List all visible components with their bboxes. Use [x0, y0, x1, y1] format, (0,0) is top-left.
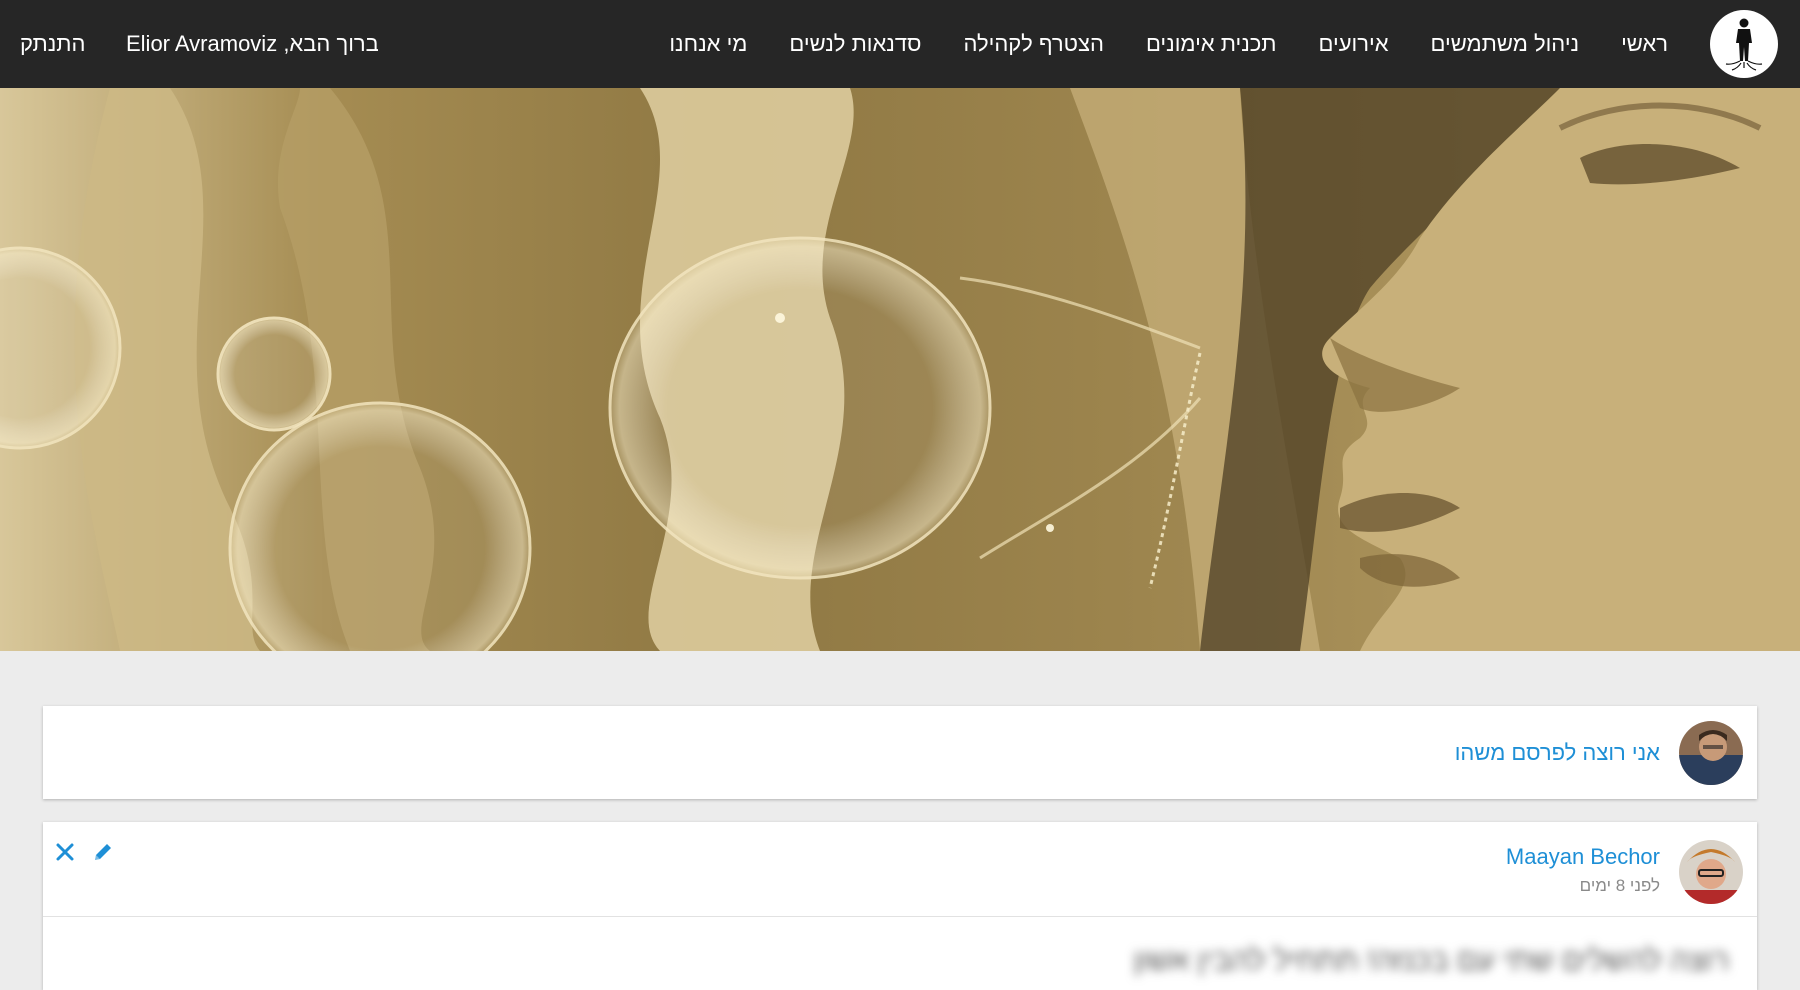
post-body-text: רוצה להשלים שתי עם בכנזה! תתחיל להבין אש…	[1133, 944, 1729, 977]
pencil-icon[interactable]	[91, 840, 115, 864]
logout-link[interactable]: התנתק	[20, 0, 85, 88]
nav-item-events[interactable]: אירועים	[1319, 31, 1389, 57]
nav-item-about-us[interactable]: מי אנחנו	[669, 31, 747, 57]
post-timestamp: לפני 8 ימים	[1579, 876, 1660, 895]
post-author-avatar[interactable]	[1679, 840, 1743, 904]
top-navbar: ראשי ניהול משתמשים אירועים תכנית אימונים…	[0, 0, 1800, 88]
logo-icon[interactable]	[1710, 10, 1778, 78]
nav-item-join-community[interactable]: הצטרף לקהילה	[963, 31, 1103, 57]
close-icon[interactable]	[53, 840, 77, 864]
nav-item-user-management[interactable]: ניהול משתמשים	[1431, 31, 1580, 57]
current-user-avatar[interactable]	[1679, 721, 1743, 785]
post-card: Maayan Bechor לפני 8 ימים רוצה להשלים שת…	[43, 822, 1757, 990]
post-author-name[interactable]: Maayan Bechor	[1506, 844, 1660, 870]
post-composer-card: אני רוצה לפרסם משהו	[43, 706, 1757, 799]
post-actions	[53, 840, 115, 864]
post-divider	[43, 916, 1757, 917]
welcome-text: ברוך הבא, Elior Avramoviz	[126, 31, 379, 56]
hero-banner-image	[0, 88, 1800, 651]
create-post-prompt[interactable]: אני רוצה לפרסם משהו	[1455, 706, 1660, 799]
nav-item-home[interactable]: ראשי	[1621, 31, 1668, 57]
nav-item-training-plan[interactable]: תכנית אימונים	[1146, 31, 1277, 57]
nav-item-women-workshops[interactable]: סדנאות לנשים	[789, 31, 921, 57]
main-nav: ראשי ניהול משתמשים אירועים תכנית אימונים…	[669, 0, 1668, 88]
